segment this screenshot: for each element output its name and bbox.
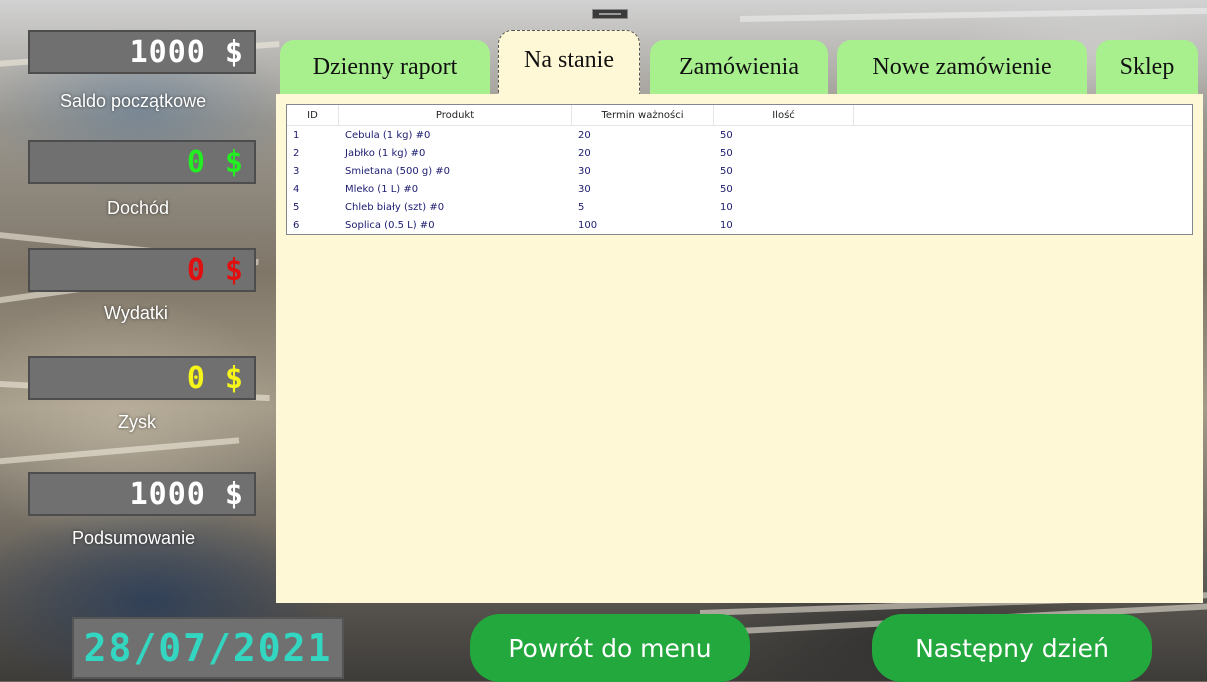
- column-header-filler: [854, 105, 1192, 125]
- tab-new-order-label: Nowe zamówienie: [872, 53, 1052, 80]
- cell-expiry: 20: [578, 147, 591, 159]
- cell-quantity: 10: [720, 219, 733, 231]
- cell-expiry: 5: [578, 201, 585, 213]
- window-drag-handle[interactable]: [592, 9, 628, 19]
- opening-balance-value: 1000 $: [129, 34, 244, 70]
- tab-orders[interactable]: Zamówienia: [650, 40, 828, 94]
- table-row[interactable]: 4 Mleko (1 L) #0 30 50: [287, 180, 1192, 198]
- opening-balance-display: 1000 $: [28, 30, 256, 74]
- stock-panel: ID Produkt Termin ważności Ilość 1 Cebul…: [276, 94, 1203, 603]
- cell-quantity: 50: [720, 147, 733, 159]
- income-value: 0 $: [186, 144, 244, 180]
- tab-orders-label: Zamówienia: [679, 53, 799, 80]
- cell-id: 4: [293, 183, 300, 195]
- summary-display: 1000 $: [28, 472, 256, 516]
- table-row[interactable]: 2 Jabłko (1 kg) #0 20 50: [287, 144, 1192, 162]
- profit-value: 0 $: [186, 360, 244, 396]
- cell-product: Soplica (0.5 L) #0: [345, 219, 435, 231]
- profit-label: Zysk: [118, 412, 156, 432]
- tab-new-order[interactable]: Nowe zamówienie: [837, 40, 1087, 94]
- next-day-label: Następny dzień: [915, 633, 1109, 663]
- column-header-id[interactable]: ID: [287, 105, 339, 125]
- summary-value: 1000 $: [129, 476, 244, 512]
- next-day-button[interactable]: Następny dzień: [872, 614, 1152, 682]
- back-to-menu-label: Powrót do menu: [508, 633, 712, 663]
- income-label: Dochód: [107, 198, 170, 218]
- cell-product: Śmietana (500 g) #0: [345, 165, 451, 177]
- current-date-display: 28/07/2021: [72, 617, 344, 679]
- cell-expiry: 30: [578, 183, 591, 195]
- expenses-display: 0 $: [28, 248, 256, 292]
- cell-quantity: 10: [720, 201, 733, 213]
- cell-expiry: 30: [578, 165, 591, 177]
- cell-id: 6: [293, 219, 300, 231]
- income-display: 0 $: [28, 140, 256, 184]
- table-row[interactable]: 3 Śmietana (500 g) #0 30 50: [287, 162, 1192, 180]
- table-header: ID Produkt Termin ważności Ilość: [287, 105, 1192, 126]
- current-date: 28/07/2021: [83, 626, 333, 670]
- table-row[interactable]: 1 Cebula (1 kg) #0 20 50: [287, 126, 1192, 144]
- summary-label: Podsumowanie: [72, 528, 196, 548]
- expenses-value: 0 $: [186, 252, 244, 288]
- column-header-product[interactable]: Produkt: [339, 105, 572, 125]
- cell-id: 5: [293, 201, 300, 213]
- cell-expiry: 20: [578, 129, 591, 141]
- cell-quantity: 50: [720, 129, 733, 141]
- stock-table[interactable]: ID Produkt Termin ważności Ilość 1 Cebul…: [286, 104, 1193, 235]
- cell-product: Chleb biały (szt) #0: [345, 201, 445, 213]
- table-row[interactable]: 5 Chleb biały (szt) #0 5 10: [287, 198, 1192, 216]
- column-header-quantity[interactable]: Ilość: [714, 105, 854, 125]
- cell-product: Jabłko (1 kg) #0: [345, 147, 426, 159]
- tab-shop[interactable]: Sklep: [1096, 40, 1198, 94]
- cell-quantity: 50: [720, 183, 733, 195]
- tab-daily-report-label: Dzienny raport: [312, 53, 458, 80]
- cell-id: 2: [293, 147, 300, 159]
- tab-in-stock-label: Na stanie: [524, 47, 614, 73]
- cell-expiry: 100: [578, 219, 598, 231]
- cell-id: 3: [293, 165, 300, 177]
- cell-product: Cebula (1 kg) #0: [345, 129, 431, 141]
- table-row[interactable]: 6 Soplica (0.5 L) #0 100 10: [287, 216, 1192, 234]
- expenses-label: Wydatki: [104, 303, 168, 323]
- column-header-expiry[interactable]: Termin ważności: [572, 105, 714, 125]
- tab-shop-label: Sklep: [1119, 53, 1175, 80]
- back-to-menu-button[interactable]: Powrót do menu: [470, 614, 750, 682]
- profit-display: 0 $: [28, 356, 256, 400]
- opening-balance-label: Saldo początkowe: [60, 91, 207, 111]
- cell-id: 1: [293, 129, 300, 141]
- cell-product: Mleko (1 L) #0: [345, 183, 419, 195]
- cell-quantity: 50: [720, 165, 733, 177]
- tab-daily-report[interactable]: Dzienny raport: [280, 40, 490, 94]
- tab-in-stock[interactable]: Na stanie: [498, 30, 640, 94]
